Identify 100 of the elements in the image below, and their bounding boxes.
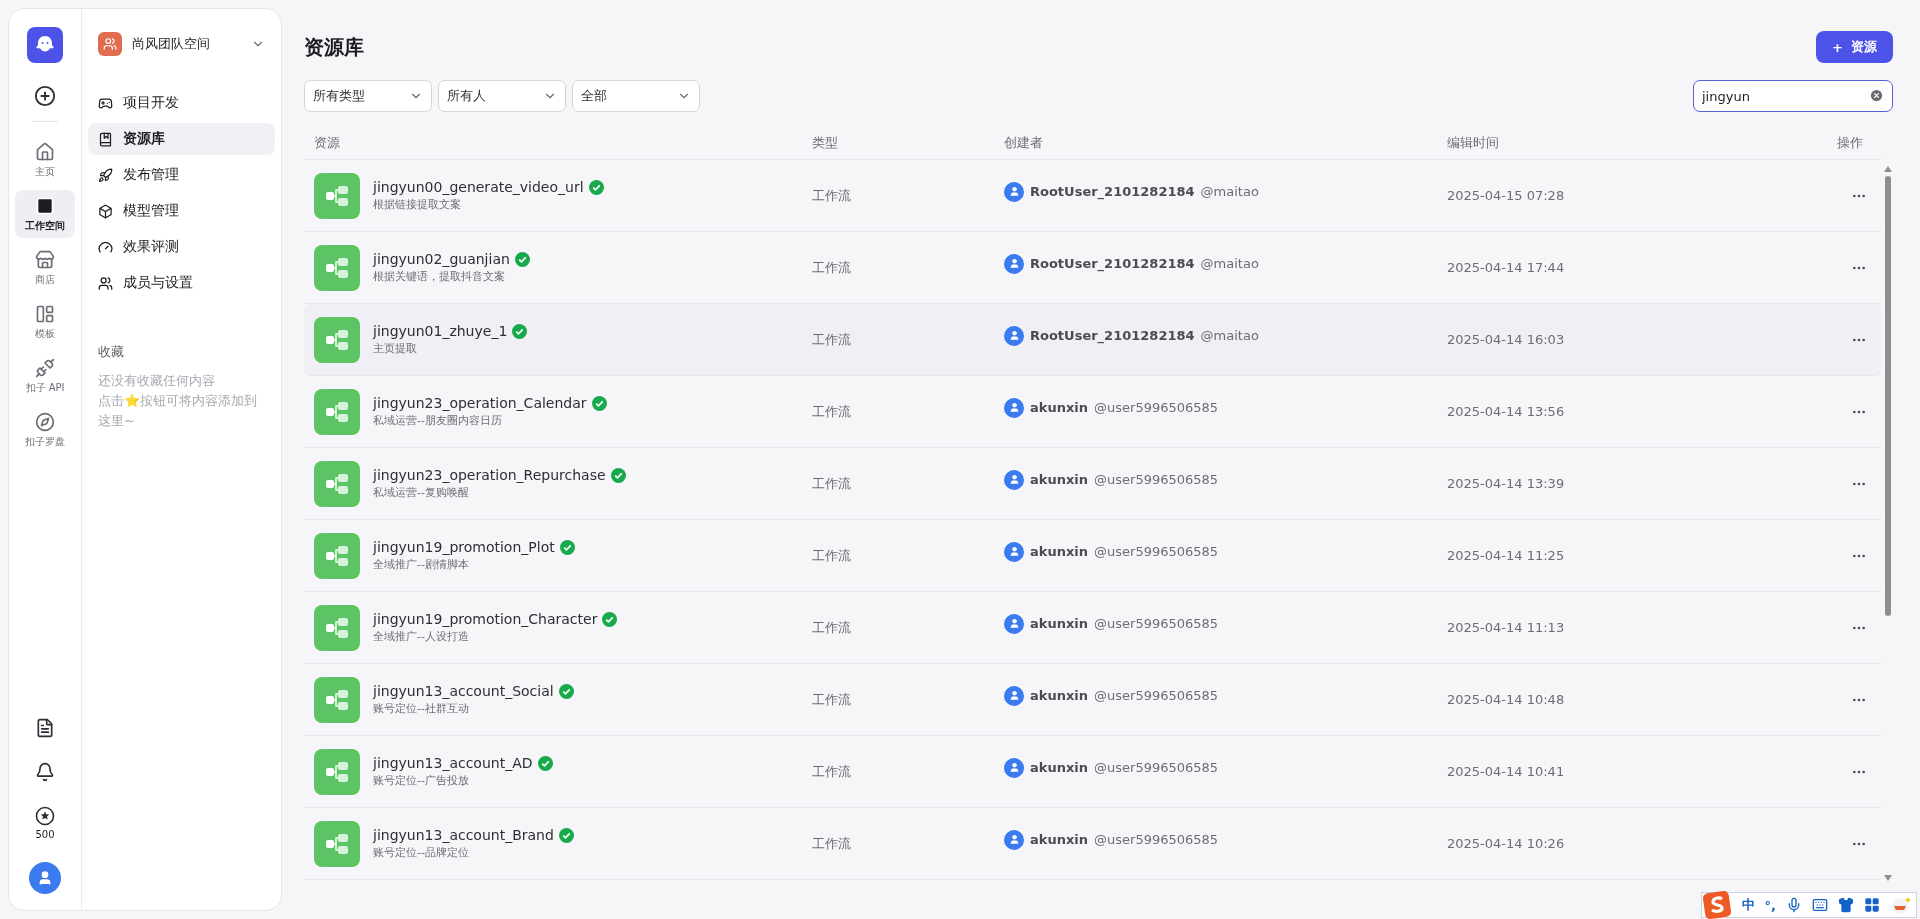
type-cell-text: 工作流 [812,546,852,565]
creator-name: akunxin [1030,688,1089,703]
column-header: 创建者 [1004,133,1044,152]
resource-row[interactable]: jingyun23_operation_Repurchase 私域运营--复购唤醒 工作流 akunxin @user5996506585 2025-04-14 13:39 [304,448,1881,520]
workflow-icon [325,471,349,496]
nav-item[interactable]: 发布管理 [88,159,275,191]
publish-icon [98,167,113,183]
creator-name: akunxin [1030,472,1089,487]
rail-item[interactable]: 扣子 API [15,352,75,400]
keyboard-icon[interactable] [1812,897,1828,913]
add-resource-button[interactable]: + 资源 [1816,31,1893,63]
creator-name: RootUser_2101282184 [1030,256,1195,271]
add-icon[interactable] [34,85,56,107]
workflow-icon [325,183,349,208]
resource-row[interactable]: jingyun19_promotion_Character 全域推广--人设打造 工作流 akunxin @user5996506585 2025-04-14 11:13 [304,592,1881,664]
team-icon [98,32,122,56]
edit-time-cell-text: 2025-04-14 13:39 [1447,476,1566,491]
resource-row[interactable]: jingyun13_account_Brand 账号定位--品牌定位 工作流 akunxin @user5996506585 2025-04-14 10:26 [304,808,1881,880]
project-icon [98,95,113,111]
home-icon [35,142,55,162]
library-icon [98,131,113,147]
type-cell-text: 工作流 [812,402,852,421]
nav-item[interactable]: 模型管理 [88,195,275,227]
resource-name: jingyun13_account_AD [373,755,533,771]
page-title: 资源库 [304,33,364,61]
eval-icon [98,239,113,255]
workflow-icon [325,255,349,280]
edit-time-cell-text: 2025-04-14 10:41 [1447,764,1566,779]
resource-name: jingyun02_guanjian [373,251,510,267]
nav-item[interactable]: 项目开发 [88,87,275,119]
ime-mode[interactable]: 中 [1741,896,1755,914]
scroll-down-icon[interactable] [1884,875,1892,881]
creator-avatar [1004,829,1024,850]
rail-item[interactable]: 模板 [15,298,75,346]
edit-time-cell-text: 2025-04-14 16:03 [1447,332,1566,347]
workspace-switcher[interactable]: 尚风团队空间 [88,31,275,57]
nav-item[interactable]: 资源库 [88,123,275,155]
document-icon[interactable] [35,718,55,738]
column-header: 资源 [314,133,341,152]
resource-name: jingyun19_promotion_Character [373,611,598,627]
creator-avatar [1004,181,1024,202]
edit-time-cell-text: 2025-04-14 17:44 [1447,260,1566,275]
resource-row[interactable]: jingyun19_promotion_Plot 全域推广--剧情脚本 工作流 akunxin @user5996506585 2025-04-14 11:25 [304,520,1881,592]
workflow-icon [325,687,349,712]
filter-select[interactable]: 全部 [572,80,700,112]
creator-name: akunxin [1030,544,1089,559]
edit-time-cell-text: 2025-04-14 11:25 [1447,548,1566,563]
edit-time-cell-text: 2025-04-14 13:56 [1447,404,1566,419]
creator-handle: @user5996506585 [1094,832,1219,847]
rail-item[interactable]: 商店 [15,244,75,292]
resource-description: 根据链接提取文案 [373,197,462,212]
rail-item[interactable]: 主页 [15,136,75,184]
rail-item[interactable]: 扣子罗盘 [15,406,75,454]
workflow-icon [325,831,349,856]
creator-handle: @user5996506585 [1094,544,1219,559]
resource-description: 账号定位--品牌定位 [373,845,470,860]
star-coin-icon[interactable] [35,806,55,826]
edit-time-cell-text: 2025-04-14 10:26 [1447,836,1566,851]
resource-row[interactable]: jingyun01_zhuye_1 主页提取 工作流 RootUser_2101282184 @maitao 2025-04-14 16:03 [304,304,1881,376]
search-field[interactable]: jingyun [1693,80,1893,112]
resource-description: 私域运营--朋友圈内容日历 [373,413,503,428]
creator-name: akunxin [1030,616,1089,631]
app-logo[interactable] [27,27,63,63]
template-icon [35,304,55,324]
ime-logo-icon[interactable] [1701,891,1732,919]
creator-handle: @user5996506585 [1094,760,1219,775]
edit-time-cell-text: 2025-04-14 10:48 [1447,692,1566,707]
resource-description: 全域推广--剧情脚本 [373,557,470,572]
resource-row[interactable]: jingyun13_account_AD 账号定位--广告投放 工作流 akunxin @user5996506585 2025-04-14 10:41 [304,736,1881,808]
edit-time-cell-text: 2025-04-15 07:28 [1447,188,1566,203]
creator-avatar [1004,541,1024,562]
nav-item[interactable]: 效果评测 [88,231,275,263]
creator-handle: @maitao [1200,256,1259,271]
resource-row[interactable]: jingyun23_operation_Calendar 私域运营--朋友圈内容日历 工作流 akunxin @user5996506585 2025-04-14 13:56 [304,376,1881,448]
resource-row[interactable]: jingyun13_account_Social 账号定位--社群互动 工作流 akunxin @user5996506585 2025-04-14 10:48 [304,664,1881,736]
workflow-icon [325,327,349,352]
scroll-up-icon[interactable] [1884,166,1892,172]
model-icon [98,203,113,219]
type-cell-text: 工作流 [812,330,852,349]
resource-description: 账号定位--广告投放 [373,773,470,788]
bell-icon[interactable] [35,762,55,782]
user-avatar[interactable] [29,862,61,894]
workflow-icon [325,399,349,424]
compass-icon [35,412,55,432]
creator-avatar [1004,469,1024,490]
ime-punctuation[interactable]: °, [1764,897,1776,913]
microphone-icon[interactable] [1786,897,1802,913]
skin-icon[interactable] [1838,897,1854,913]
workflow-icon [325,543,349,568]
rail-item[interactable]: 工作空间 [15,190,75,238]
toolbox-icon[interactable] [1864,897,1880,913]
nav-item[interactable]: 成员与设置 [88,267,275,299]
resource-name: jingyun23_operation_Calendar [373,395,587,411]
mascot-icon[interactable] [1890,895,1912,915]
filter-select[interactable]: 所有类型 [304,80,432,112]
creator-name: akunxin [1030,400,1089,415]
filter-select[interactable]: 所有人 [438,80,566,112]
resource-description: 私域运营--复购唤醒 [373,485,470,500]
resource-row[interactable]: jingyun00_generate_video_url 根据链接提取文案 工作流 RootUser_2101282184 @maitao 2025-04-15 07:28 [304,160,1881,232]
type-cell-text: 工作流 [812,618,852,637]
